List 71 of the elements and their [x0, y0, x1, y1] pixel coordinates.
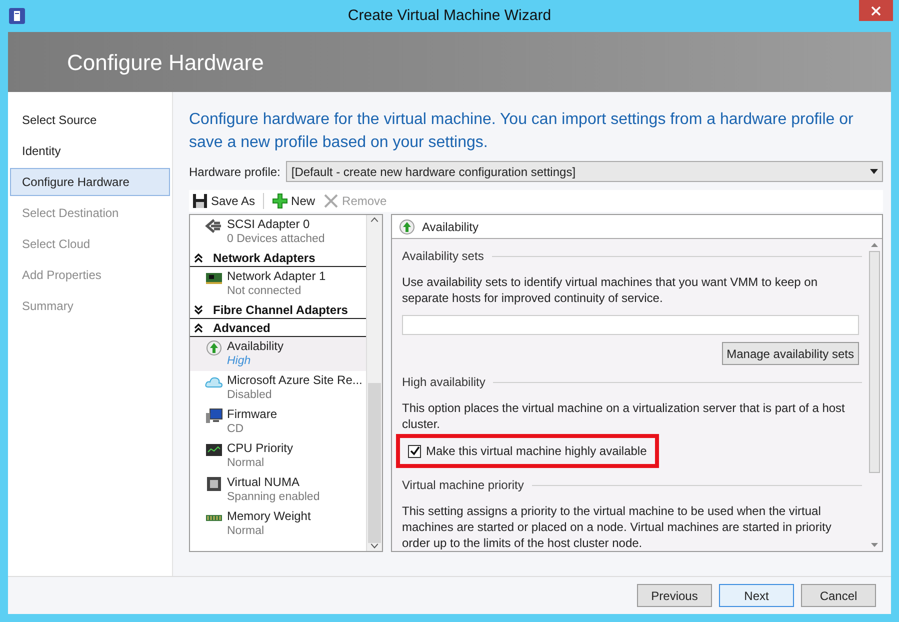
hardware-item[interactable]: Microsoft Azure Site Re... Disabled — [190, 371, 366, 405]
close-button[interactable] — [859, 0, 893, 21]
connector-icon — [205, 218, 223, 234]
item-name: CPU Priority — [227, 441, 294, 456]
scrollbar[interactable] — [366, 215, 382, 551]
hardware-item[interactable]: SCSI Adapter 0 0 Devices attached — [190, 215, 366, 249]
group-header[interactable]: Network Adapters — [190, 249, 366, 267]
wizard-button[interactable]: Next — [719, 584, 794, 607]
item-name: Memory Weight — [227, 509, 311, 524]
scroll-down-icon — [870, 543, 878, 547]
item-detail: 0 Devices attached — [227, 232, 325, 247]
item-name: Virtual NUMA — [227, 475, 300, 490]
plus-icon — [272, 193, 288, 209]
panel-title: Availability — [422, 218, 478, 236]
item-detail: Normal — [227, 456, 266, 471]
profile-label: Hardware profile: — [189, 164, 280, 180]
cross-icon — [323, 193, 340, 209]
section-heading: High availability — [402, 374, 486, 391]
wizard-step[interactable]: Configure Hardware — [10, 168, 170, 196]
item-name: Network Adapter 1 — [227, 269, 326, 284]
chip-icon — [205, 442, 223, 458]
toolbar-button[interactable]: Save As — [192, 192, 256, 210]
processor-icon — [205, 476, 223, 492]
item-detail: Spanning enabled — [227, 490, 320, 505]
close-icon — [871, 6, 881, 16]
intro-text: Configure hardware for the virtual machine. You can import settings from a hardware profile or save a new profile based on your settings. — [189, 110, 854, 153]
collapse-icon[interactable] — [194, 322, 203, 332]
section-text: This option places the virtual machine on a virtualization server that is part of a host cluster. — [402, 400, 846, 432]
page-title: Configure Hardware — [67, 48, 264, 77]
hardware-item[interactable]: CPU Priority Normal — [190, 439, 366, 473]
item-detail: Not connected — [227, 284, 302, 299]
scroll-down-icon — [370, 543, 379, 549]
section-heading: Availability sets — [402, 248, 484, 265]
network-card-icon — [205, 270, 223, 286]
item-detail: CD — [227, 422, 245, 437]
item-detail: Normal — [227, 524, 266, 539]
group-header[interactable]: Fibre Channel Adapters — [190, 301, 366, 319]
item-name: Availability — [227, 339, 284, 354]
availability-sets-field[interactable] — [402, 315, 859, 335]
hardware-item[interactable]: Network Adapter 1 Not connected — [190, 267, 366, 301]
monitor-icon — [205, 408, 223, 424]
item-name: SCSI Adapter 0 — [227, 217, 311, 232]
toolbar-button[interactable]: New — [272, 192, 316, 210]
section-text: This setting assigns a priority to the virtual machine to be used when the virtual machines are started or placed on a node. Virtual machines are started in priority order up to the limits of the host cluster node. — [402, 503, 832, 551]
app-icon — [8, 7, 26, 25]
checkbox[interactable] — [408, 444, 421, 458]
item-name: Firmware — [227, 407, 277, 422]
hardware-item[interactable]: Availability High — [190, 337, 366, 371]
section-heading: Virtual machine priority — [402, 477, 524, 494]
wizard-button[interactable]: Previous — [637, 584, 712, 607]
high-availability-checkbox[interactable]: Make this virtual machine highly available — [408, 442, 647, 460]
item-detail: High — [227, 354, 252, 369]
section-text: Use availability sets to identify virtual machines that you want VMM to keep on separate hosts for improved continuity of service. — [402, 274, 819, 306]
item-detail: Disabled — [227, 388, 273, 403]
hardware-item[interactable]: Virtual NUMA Spanning enabled — [190, 473, 366, 507]
profile-dropdown[interactable]: [Default - create new hardware configuration settings] — [286, 161, 883, 182]
hardware-item[interactable]: Memory Weight Normal — [190, 507, 366, 541]
expand-icon[interactable] — [194, 304, 203, 314]
scroll-up-icon — [870, 243, 878, 247]
window-title: Create Virtual Machine Wizard — [348, 6, 552, 26]
save-icon — [192, 193, 208, 209]
hardware-item[interactable]: Firmware CD — [190, 405, 366, 439]
wizard-button[interactable]: Cancel — [801, 584, 876, 607]
collapse-icon[interactable] — [194, 252, 203, 262]
wizard-step[interactable]: Identity — [10, 137, 170, 165]
dropdown-arrow-icon — [870, 169, 878, 174]
scroll-up-icon — [370, 217, 379, 223]
manage-sets-button[interactable]: Manage availability sets — [722, 342, 859, 365]
wizard-step[interactable]: Select Source — [10, 106, 170, 134]
check-icon — [410, 446, 420, 456]
item-name: Microsoft Azure Site Re... — [227, 373, 362, 388]
